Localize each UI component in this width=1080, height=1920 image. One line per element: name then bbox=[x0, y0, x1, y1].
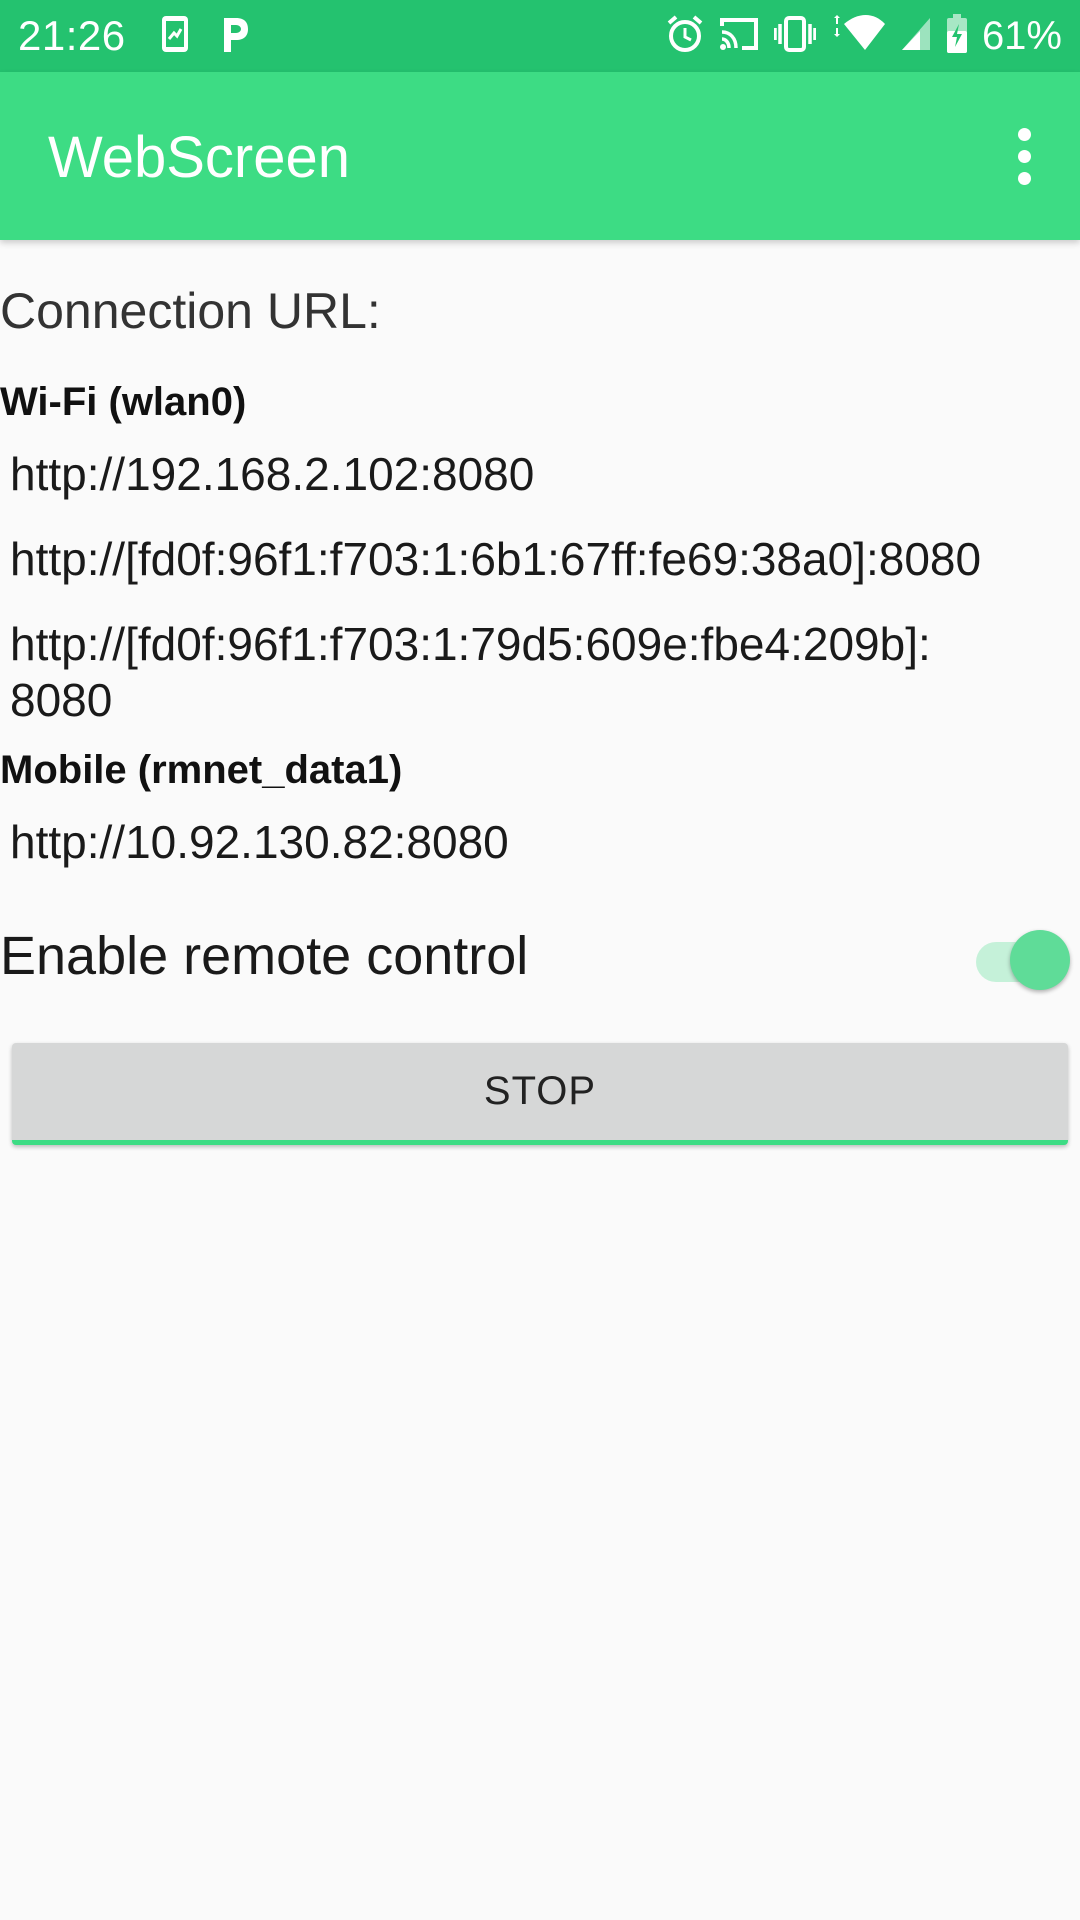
remote-control-row: Enable remote control bbox=[0, 900, 1080, 1010]
menu-dot bbox=[1017, 127, 1031, 141]
wifi-icon bbox=[830, 14, 886, 59]
menu-dot bbox=[1017, 171, 1031, 185]
wifi-url-ipv4[interactable]: http://192.168.2.102:8080 bbox=[10, 446, 1060, 502]
more-vert-icon[interactable] bbox=[992, 120, 1056, 192]
wifi-section-label: Wi-Fi (wlan0) bbox=[0, 380, 247, 424]
battery-charging-icon bbox=[946, 13, 968, 59]
wifi-url-ipv6-2[interactable]: http://[fd0f:96f1:f703:1:79d5:609e:fbe4:… bbox=[10, 616, 1060, 728]
mobile-section-label: Mobile (rmnet_data1) bbox=[0, 748, 403, 792]
status-notification-icons bbox=[160, 14, 250, 58]
cell-signal-icon bbox=[900, 16, 932, 57]
alarm-icon bbox=[666, 14, 704, 59]
status-time: 21:26 bbox=[18, 12, 126, 59]
vibrate-icon bbox=[773, 15, 817, 57]
mobile-url-ipv4[interactable]: http://10.92.130.82:8080 bbox=[10, 814, 1060, 870]
stop-button[interactable]: STOP bbox=[12, 1043, 1068, 1145]
remote-control-label: Enable remote control bbox=[0, 926, 529, 986]
connection-url-heading: Connection URL: bbox=[0, 283, 381, 339]
parking-p-icon bbox=[218, 14, 250, 59]
screenshot-notification-icon bbox=[160, 14, 190, 59]
wifi-url-ipv6-1[interactable]: http://[fd0f:96f1:f703:1:6b1:67ff:fe69:3… bbox=[10, 531, 1060, 587]
status-system-icons: 61% bbox=[666, 12, 1062, 60]
menu-dot bbox=[1017, 149, 1031, 163]
toggle-thumb bbox=[1010, 930, 1070, 990]
cast-icon bbox=[718, 16, 760, 57]
remote-control-toggle[interactable] bbox=[970, 924, 1070, 990]
app-bar: WebScreen bbox=[0, 72, 1080, 240]
battery-percent: 61% bbox=[981, 14, 1062, 58]
status-bar: 21:26 61% bbox=[0, 0, 1080, 72]
app-title: WebScreen bbox=[48, 125, 350, 190]
